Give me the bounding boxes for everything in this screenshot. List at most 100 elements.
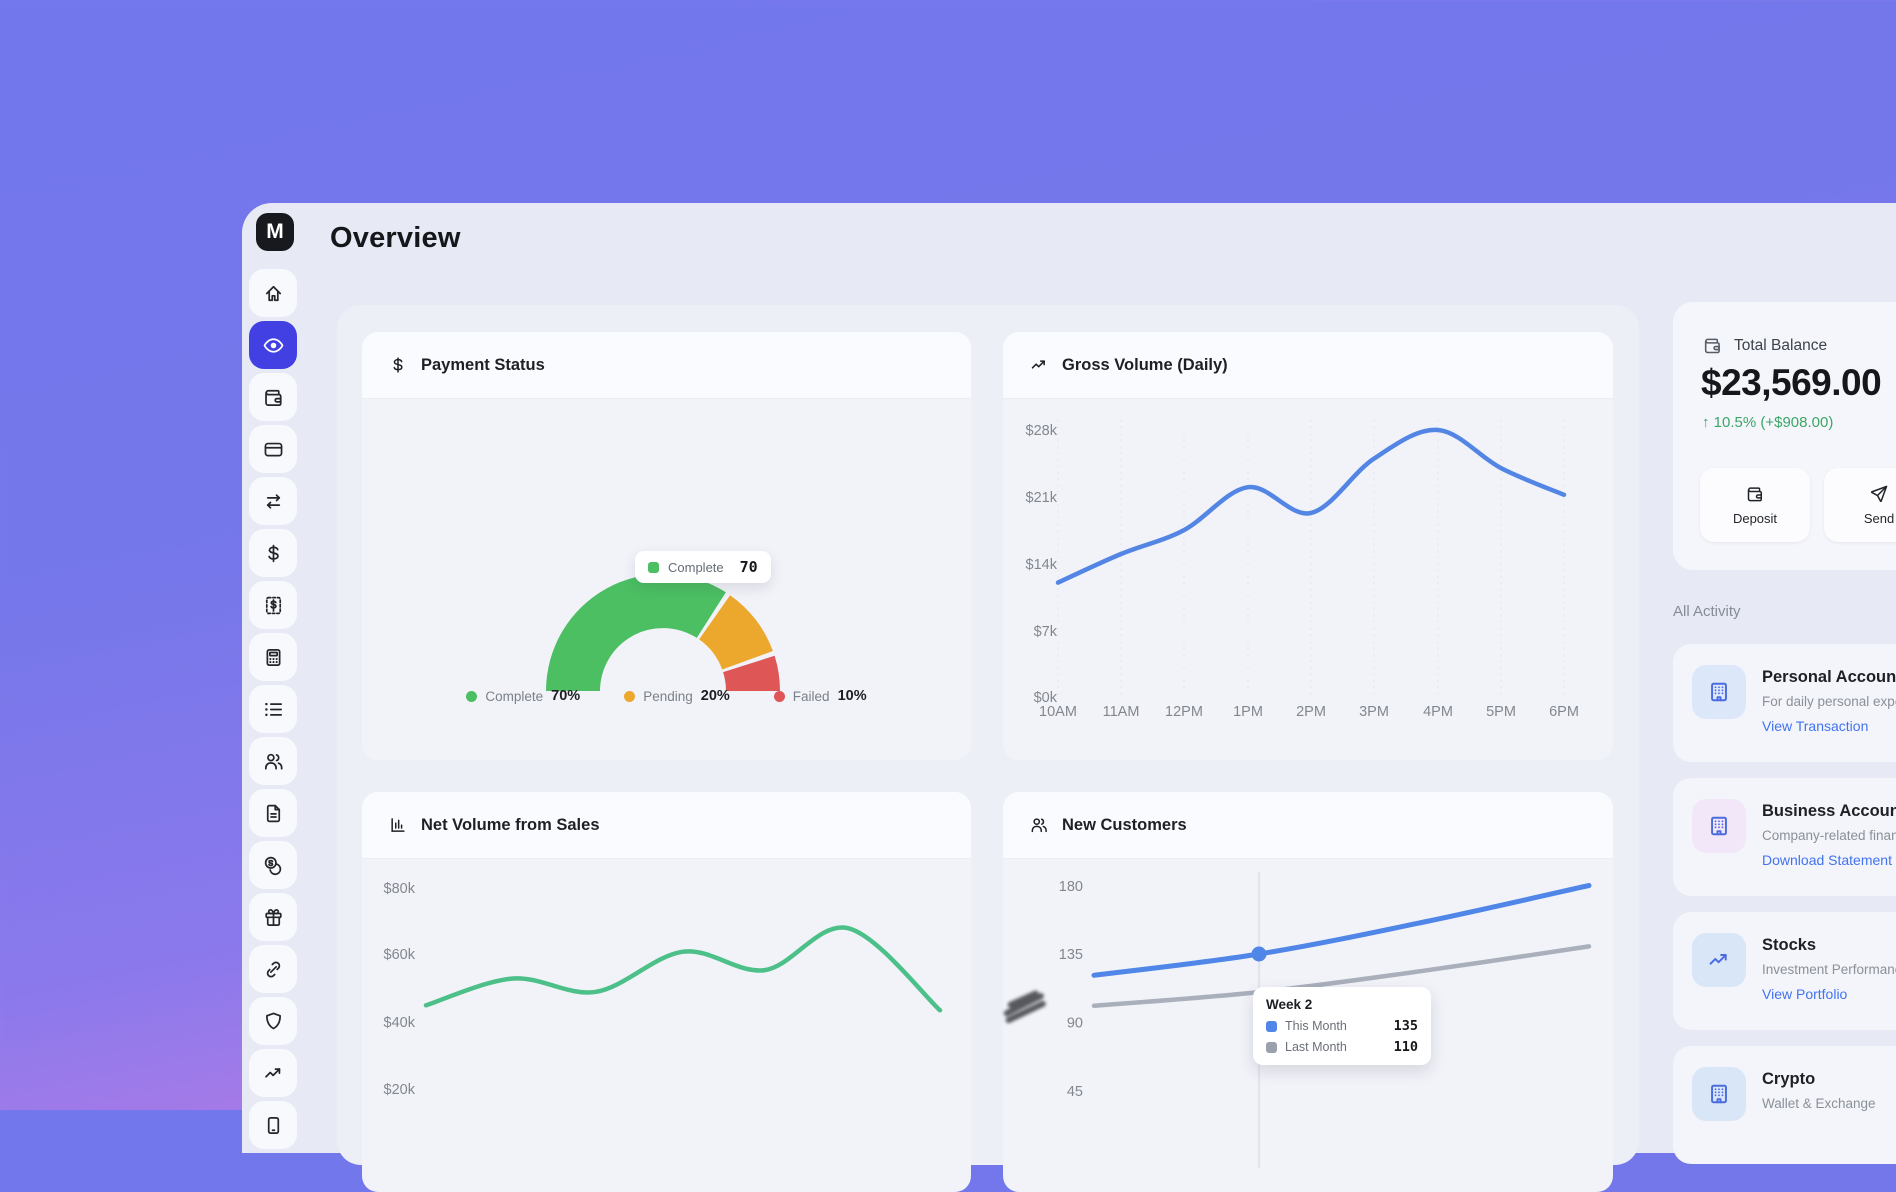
legend-dot [624,691,635,702]
axis-tick-label: 2PM [1296,704,1326,720]
card-title: Net Volume from Sales [421,816,600,835]
activity-subtitle: For daily personal expenses [1762,694,1896,709]
axis-tick-label: 45 [1067,1084,1083,1100]
send-label: Send [1864,511,1894,526]
deposit-label: Deposit [1733,511,1777,526]
eye-icon [262,334,285,357]
axis-tick-label: 11AM [1103,704,1140,720]
gauge-tooltip: Complete 70 [635,551,771,583]
activity-card-stocks[interactable]: Stocks Investment Performance View Portfol… [1673,912,1896,1030]
activity-icon-tile [1692,799,1746,853]
legend-dot [466,691,477,702]
sidebar-item-shield[interactable] [249,997,297,1045]
tooltip-label: Last Month [1285,1040,1347,1054]
new-customers-header: New Customers [1003,792,1613,859]
sidebar-item-home[interactable] [249,269,297,317]
credit-card-icon [262,438,285,461]
tooltip-swatch [1266,1042,1277,1053]
send-button[interactable]: Send [1824,468,1896,542]
axis-tick-label: $7k [1034,624,1058,640]
axis-tick-label: 12PM [1165,704,1203,720]
users-icon [1029,815,1049,835]
axis-tick-label: $20k [384,1082,416,1098]
legend-value: 20% [701,688,730,704]
activity-card-business-account[interactable]: Business AccountCompany-related finances… [1673,778,1896,896]
axis-tick-label: 3PM [1359,704,1389,720]
sidebar-item-link[interactable] [249,945,297,993]
sidebar-item-receipt[interactable] [249,581,297,629]
tooltip-label: Complete [668,560,724,575]
balance-delta: ↑ 10.5% (+$908.00) [1702,414,1833,431]
sidebar-item-trending-up[interactable] [249,1049,297,1097]
gross-volume-chart: $28k$21k$14k$7k$0k10AM11AM12PM1PM2PM3PM4… [1003,398,1613,760]
activity-icon-tile [1692,665,1746,719]
legend-item: Pending20% [624,688,730,704]
page-title: Overview [330,222,461,255]
legend-item: Complete70% [466,688,580,704]
sidebar-nav [249,269,297,1149]
sidebar-item-eye[interactable] [249,321,297,369]
this-month-line [1094,886,1589,976]
legend-value: 10% [838,688,867,704]
balance-amount: $23,569.00 [1701,362,1881,404]
activity-link[interactable]: View Portfolio [1762,986,1847,1002]
dollar-icon [262,542,285,565]
all-activity-header: All Activity [1673,603,1741,620]
activity-icon-tile [1692,1067,1746,1121]
activity-subtitle: Company-related finances [1762,828,1896,843]
activity-card-crypto[interactable]: CryptoWallet & Exchange [1673,1046,1896,1164]
tooltip-row: Last Month 110 [1266,1039,1418,1055]
wallet-icon [262,386,285,409]
sidebar-item-coins[interactable] [249,841,297,889]
home-icon [262,282,285,305]
sidebar-item-credit-card[interactable] [249,425,297,473]
tooltip-value: 135 [1394,1018,1418,1034]
axis-tick-label: 5PM [1486,704,1516,720]
activity-title: Personal Account [1762,668,1896,687]
sidebar-item-file[interactable] [249,789,297,837]
sidebar-item-dollar[interactable] [249,529,297,577]
activity-subtitle: Investment Performance [1762,962,1896,977]
deposit-button[interactable]: Deposit [1700,468,1810,542]
activity-icon-tile [1692,933,1746,987]
activity-card-personal-account[interactable]: Personal Account For daily personal expen… [1673,644,1896,762]
sidebar-item-users[interactable] [249,737,297,785]
card-title: New Customers [1062,816,1187,835]
shield-icon [262,1010,285,1033]
tooltip-value: 110 [1394,1039,1418,1055]
axis-tick-label: $14k [1026,557,1058,573]
axis-tick-label: 4PM [1423,704,1453,720]
activity-title: Stocks [1762,936,1816,955]
wallet-icon [1702,335,1723,356]
total-balance-card: Total Balance $23,569.00 ↑ 10.5% (+$908.… [1673,302,1896,570]
chart-bar-icon [388,815,408,835]
building-icon [1706,1081,1732,1107]
balance-label: Total Balance [1734,337,1827,355]
app-logo[interactable]: M [256,213,294,251]
payment-status-legend: Complete70% Pending20% Failed10% [362,688,971,704]
sidebar-item-calculator[interactable] [249,633,297,681]
axis-tick-label: 10AM [1039,704,1077,720]
tooltip-value: 70 [740,558,758,576]
axis-tick-label: $28k [1026,423,1058,439]
activity-link[interactable]: Download Statement [1762,852,1892,868]
file-icon [262,802,285,825]
link-icon [262,958,285,981]
sidebar-item-wallet[interactable] [249,373,297,421]
axis-tick-label: 6PM [1549,704,1579,720]
axis-tick-label: $80k [384,881,416,897]
net-volume-card: Net Volume from Sales $80k$60k$40k$20k [362,792,971,1192]
device-icon [262,1114,285,1137]
users-icon [262,750,285,773]
sidebar-item-transfer[interactable] [249,477,297,525]
legend-value: 70% [551,688,580,704]
tooltip-title: Week 2 [1266,997,1418,1012]
sidebar-item-device[interactable] [249,1101,297,1149]
net-volume-header: Net Volume from Sales [362,792,971,859]
activity-link[interactable]: View Transaction [1762,718,1868,734]
payment-status-card: Payment Status Complete 70 Complete70%Pe… [362,332,971,760]
sidebar-item-gift[interactable] [249,893,297,941]
sidebar-item-list[interactable] [249,685,297,733]
legend-item: Failed10% [774,688,867,704]
gift-icon [262,906,285,929]
